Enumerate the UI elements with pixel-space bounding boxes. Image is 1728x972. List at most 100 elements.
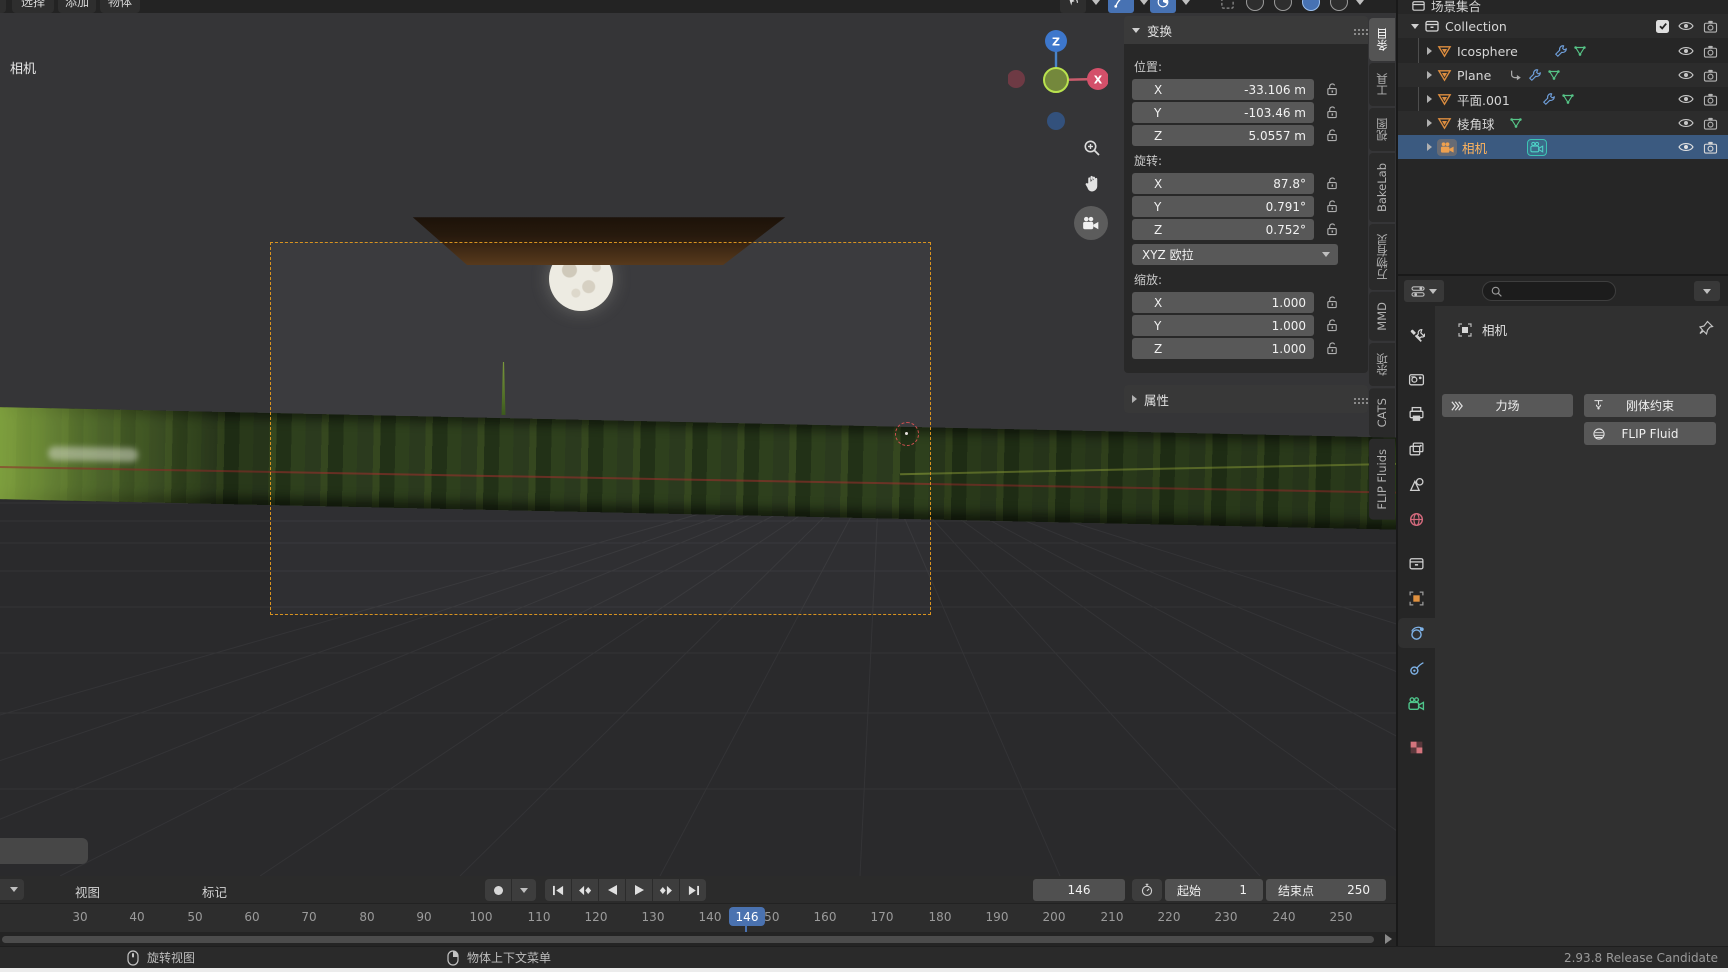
properties-search[interactable] [1482, 281, 1616, 301]
tab-view[interactable]: 视图 [1369, 108, 1395, 151]
navigation-gizmo[interactable]: Z X [1008, 26, 1108, 134]
tab-scene-icon[interactable] [1398, 469, 1435, 499]
pan-hand-icon[interactable] [1080, 172, 1104, 196]
shading-solid-icon[interactable] [1274, 0, 1292, 11]
expand-icon[interactable] [1427, 143, 1432, 151]
timeline-ruler[interactable]: 30 40 50 60 70 80 90 100 110 120 130 140… [0, 904, 1396, 932]
location-z-field[interactable]: Z5.0557 m [1132, 125, 1314, 146]
lock-icon[interactable] [1326, 82, 1339, 97]
falloff-dropdown[interactable] [1178, 0, 1194, 13]
panel-grip-icon[interactable] [1354, 398, 1356, 400]
current-frame-field[interactable]: 146 [1033, 879, 1125, 901]
render-region-icon[interactable] [1216, 0, 1238, 13]
menu-add[interactable]: 添加 [58, 0, 96, 13]
outliner-row-icosphere[interactable]: Icosphere [1398, 39, 1728, 63]
flip-fluid-button[interactable]: FLIP Fluid [1584, 422, 1716, 445]
tab-cats[interactable]: CATS [1369, 388, 1395, 437]
collection-row[interactable]: Collection [1398, 14, 1728, 38]
eye-icon[interactable] [1678, 93, 1694, 105]
shading-wireframe-icon[interactable] [1246, 0, 1264, 11]
frame-start-field[interactable]: 起始 1 [1165, 879, 1263, 901]
tab-animism[interactable]: 万物有灵 [1369, 224, 1395, 290]
tab-misc[interactable]: 杂项 [1369, 343, 1395, 386]
camera-data-icon[interactable] [1527, 139, 1547, 156]
mesh-data-icon[interactable] [1573, 44, 1587, 58]
tab-mmd[interactable]: MMD [1369, 292, 1395, 341]
camera-visibility-icon[interactable] [1703, 20, 1718, 33]
outliner-row-camera[interactable]: 相机 [1398, 135, 1728, 159]
rotation-z-field[interactable]: Z0.752° [1132, 219, 1314, 240]
scale-z-field[interactable]: Z1.000 [1132, 338, 1314, 359]
outliner-row-plane[interactable]: Plane [1398, 63, 1728, 87]
timeline-editor-type-button[interactable] [0, 879, 24, 900]
location-x-field[interactable]: X-33.106 m [1132, 79, 1314, 100]
empty-sphere-marker[interactable] [895, 422, 919, 446]
playhead[interactable]: 146 [729, 907, 765, 926]
tab-collection-icon[interactable] [1398, 548, 1435, 578]
snap-icon[interactable] [1060, 0, 1086, 13]
expand-icon[interactable] [1427, 95, 1432, 103]
rotation-mode-dropdown[interactable]: XYZ 欧拉 [1132, 244, 1338, 265]
properties-panel-header[interactable]: 属性 [1124, 385, 1368, 413]
transform-panel-header[interactable]: 变换 [1124, 16, 1368, 44]
filter-dropdown[interactable] [1694, 281, 1720, 301]
eye-icon[interactable] [1678, 117, 1694, 129]
eye-icon[interactable] [1678, 45, 1694, 57]
mesh-data-icon[interactable] [1561, 92, 1575, 106]
camera-view-icon[interactable] [1074, 206, 1108, 240]
editor-type-button[interactable] [0, 0, 6, 13]
expand-icon[interactable] [1427, 47, 1432, 55]
lock-icon[interactable] [1326, 105, 1339, 120]
tab-texture-icon[interactable] [1398, 732, 1435, 762]
tab-render-icon[interactable] [1398, 364, 1435, 394]
lock-icon[interactable] [1326, 341, 1339, 356]
camera-visibility-icon[interactable] [1703, 45, 1718, 58]
jump-to-start-icon[interactable] [545, 879, 571, 901]
constraint-icon[interactable] [1509, 68, 1523, 82]
lock-icon[interactable] [1326, 222, 1339, 237]
scale-x-field[interactable]: X1.000 [1132, 292, 1314, 313]
camera-visibility-icon[interactable] [1703, 93, 1718, 106]
scale-y-field[interactable]: Y1.000 [1132, 315, 1314, 336]
use-preview-range-icon[interactable] [1132, 879, 1162, 901]
rotation-y-field[interactable]: Y0.791° [1132, 196, 1314, 217]
modifier-wrench-icon[interactable] [1528, 68, 1542, 82]
shading-material-icon[interactable] [1302, 0, 1320, 11]
rotation-x-field[interactable]: X87.8° [1132, 173, 1314, 194]
menu-object[interactable]: 物体 [100, 0, 140, 13]
falloff-icon[interactable] [1150, 0, 1176, 13]
timeline-menu-view[interactable]: 视图 [75, 882, 100, 901]
3d-viewport[interactable]: 相机 选择 添加 物体 Z X [0, 0, 1396, 876]
camera-visibility-icon[interactable] [1703, 141, 1718, 154]
modifier-wrench-icon[interactable] [1542, 92, 1556, 106]
eye-icon[interactable] [1678, 20, 1694, 32]
mesh-data-icon[interactable] [1547, 68, 1561, 82]
region-divider[interactable] [1396, 0, 1398, 946]
scrollbar-thumb[interactable] [2, 936, 1374, 943]
expand-icon[interactable] [1427, 71, 1432, 79]
expand-icon[interactable] [1411, 24, 1419, 29]
shading-rendered-icon[interactable] [1330, 0, 1348, 11]
panel-grip-icon[interactable] [1354, 29, 1356, 31]
breadcrumb[interactable]: 相机 [1457, 320, 1507, 339]
editor-type-button[interactable] [1404, 280, 1444, 302]
search-input[interactable] [1503, 285, 1603, 297]
lock-icon[interactable] [1326, 176, 1339, 191]
play-reverse-icon[interactable] [599, 879, 625, 901]
tab-output-icon[interactable] [1398, 399, 1435, 429]
jump-to-end-icon[interactable] [680, 879, 706, 901]
tab-world-icon[interactable] [1398, 504, 1435, 534]
tab-constraints-icon[interactable] [1398, 653, 1435, 683]
lock-icon[interactable] [1326, 199, 1339, 214]
auto-keying-record-button[interactable] [485, 879, 511, 901]
lock-icon[interactable] [1326, 295, 1339, 310]
frame-end-field[interactable]: 结束点 250 [1266, 879, 1386, 901]
region-divider[interactable] [1398, 274, 1728, 276]
outliner-row-icosphere2[interactable]: 棱角球 [1398, 111, 1728, 135]
modifier-wrench-icon[interactable] [1554, 44, 1568, 58]
location-y-field[interactable]: Y-103.46 m [1132, 102, 1314, 123]
tab-object-icon[interactable] [1398, 583, 1435, 613]
play-icon[interactable] [626, 879, 652, 901]
rigid-body-constraint-button[interactable]: 刚体约束 [1584, 394, 1716, 417]
snap-dropdown[interactable] [1088, 0, 1104, 13]
